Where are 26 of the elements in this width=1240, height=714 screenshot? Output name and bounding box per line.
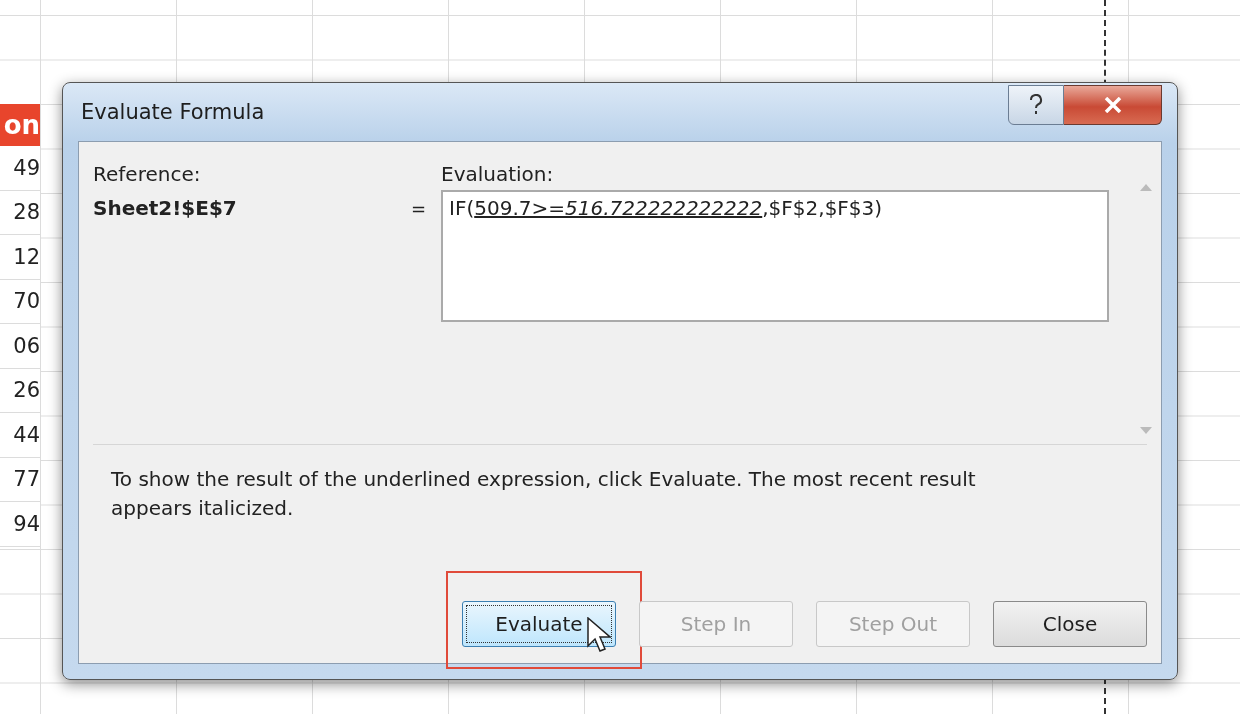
help-icon (1029, 94, 1043, 116)
evaluation-label: Evaluation: (441, 162, 555, 186)
dialog-button[interactable]: Evaluate (462, 601, 616, 647)
window-title: Evaluate Formula (80, 100, 265, 124)
reference-label: Reference: (93, 162, 202, 186)
cursor-icon (587, 617, 611, 653)
dialog-button[interactable]: Close (993, 601, 1147, 647)
table-cell: 44 (0, 413, 40, 458)
table-cell: 49 (0, 146, 40, 191)
column-header: on (0, 104, 40, 146)
help-button[interactable] (1008, 85, 1064, 125)
reference-value: Sheet2!$E$7 (93, 196, 238, 222)
close-button[interactable] (1064, 85, 1162, 125)
table-cell: 12 (0, 235, 40, 280)
table-cell: 77 (0, 457, 40, 502)
table-cell: 94 (0, 502, 40, 547)
close-icon (1103, 97, 1122, 113)
scroll-down-icon[interactable] (1140, 427, 1152, 434)
table-cell: 26 (0, 368, 40, 413)
instruction-text: To show the result of the underlined expression, click Evaluate. The most recent result appears italicized. (111, 466, 977, 522)
table-cell: 06 (0, 324, 40, 369)
equals-sign: = (411, 198, 428, 221)
formula-text: IF(509.7>=516.722222222222,$F$2,$F$3) (441, 190, 1109, 322)
scroll-up-icon[interactable] (1140, 184, 1152, 191)
table-cell: 28 (0, 190, 40, 235)
table-cell: 70 (0, 279, 40, 324)
